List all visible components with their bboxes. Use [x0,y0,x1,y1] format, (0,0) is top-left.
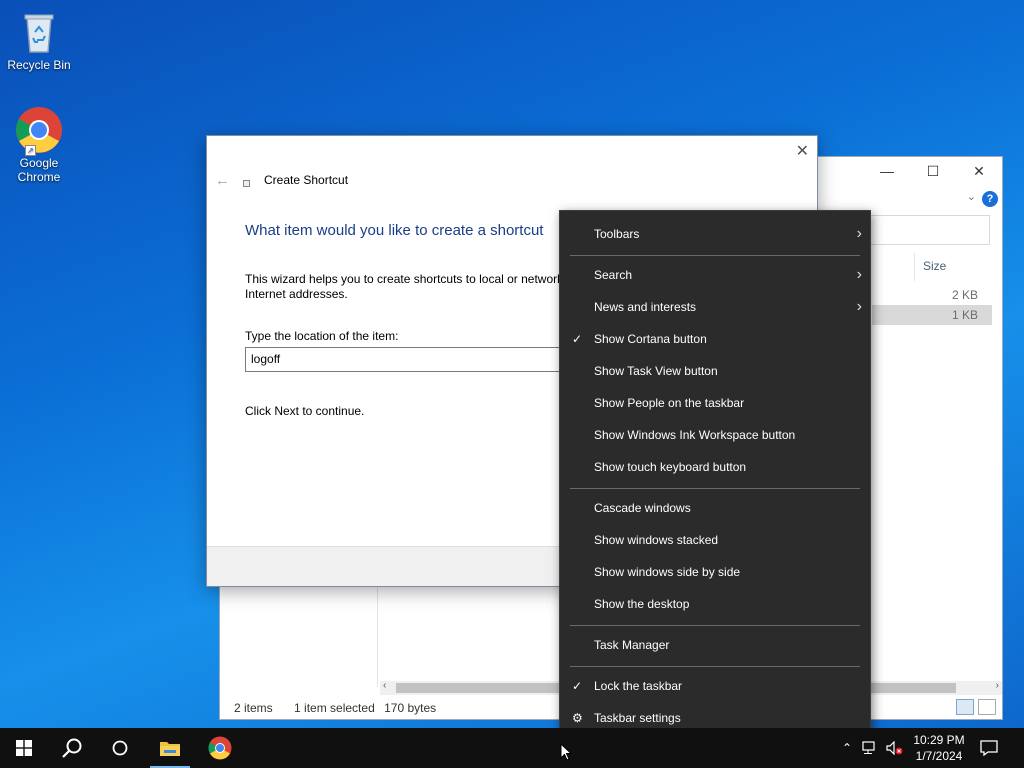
status-item-count: 2 items [234,701,273,715]
menu-item-show-touch-keyboard[interactable]: Show touch keyboard button [560,452,870,482]
menu-item-task-manager[interactable]: Task Manager [560,630,870,660]
desktop-icon-google-chrome[interactable]: ↗ Google Chrome [3,106,75,184]
chrome-icon: ↗ [15,106,63,156]
chevron-right-icon: › [856,225,862,242]
dialog-title: Create Shortcut [264,173,349,187]
clock-date: 1/7/2024 [915,749,963,763]
location-label: Type the location of the item: [245,329,399,343]
taskbar-context-menu: Toolbars › Search › News and interests ›… [559,210,871,742]
cortana-button[interactable] [96,728,144,768]
menu-item-show-cortana[interactable]: ✓ Show Cortana button [560,324,870,354]
menu-item-label: Task Manager [594,638,670,652]
back-arrow-icon[interactable]: ← [215,172,230,189]
checkmark-icon: ✓ [572,679,583,693]
cortana-icon [112,740,128,756]
file-explorer-taskbar-button[interactable] [146,728,194,768]
menu-separator [570,488,860,489]
help-icon[interactable]: ? [982,191,998,207]
notification-icon [980,740,998,757]
file-size-cell[interactable]: 2 KB [872,285,992,305]
close-icon[interactable]: ✕ [796,141,809,161]
recycle-bin-icon [15,8,63,56]
action-center-button[interactable] [980,728,1004,768]
file-size-cell-selected[interactable]: 1 KB [872,305,992,325]
menu-item-label: Show Task View button [594,364,718,378]
search-input[interactable] [850,215,990,245]
chevron-right-icon: › [856,266,862,283]
menu-item-label: Show Cortana button [594,332,707,346]
details-view-icon[interactable] [956,699,974,715]
column-header-size[interactable]: Size [914,253,994,281]
menu-separator [570,255,860,256]
menu-separator [570,625,860,626]
menu-item-label: News and interests [594,300,697,314]
menu-item-label: Toolbars [594,227,640,241]
chrome-icon [208,736,232,760]
menu-item-side-by-side[interactable]: Show windows side by side [560,557,870,587]
status-selected: 1 item selected [294,701,375,715]
minimize-button[interactable]: — [864,157,910,187]
menu-item-label: Show the desktop [594,597,690,611]
chrome-taskbar-button[interactable] [196,728,244,768]
menu-item-label: Cascade windows [594,501,691,515]
mouse-cursor-icon [560,743,572,761]
large-icons-view-icon[interactable] [978,699,996,715]
scroll-left-icon[interactable]: ‹ [383,680,386,691]
menu-separator [570,666,860,667]
clock-time: 10:29 PM [913,733,965,747]
menu-item-label: Show windows side by side [594,565,741,579]
ribbon-expand-chevron-icon[interactable]: ⌄ [967,190,976,203]
navigation-pane[interactable] [220,587,378,687]
menu-item-label: Show Windows Ink Workspace button [594,428,796,442]
shortcut-icon [243,180,250,187]
scroll-right-icon[interactable]: › [996,680,999,691]
clock[interactable]: 10:29 PM 1/7/2024 [906,732,972,764]
network-icon[interactable] [862,728,882,768]
search-icon [62,738,82,758]
folder-icon [160,742,180,756]
menu-item-cascade-windows[interactable]: Cascade windows [560,493,870,523]
menu-item-show-desktop[interactable]: Show the desktop [560,589,870,619]
menu-item-news-and-interests[interactable]: News and interests › [560,292,870,322]
menu-item-label: Show touch keyboard button [594,460,747,474]
status-size: 170 bytes [384,701,437,715]
close-button[interactable]: ✕ [956,157,1002,187]
recycle-bin-label: Recycle Bin [7,58,71,72]
menu-item-toolbars[interactable]: Toolbars › [560,219,870,249]
maximize-button[interactable]: ☐ [910,157,956,187]
menu-item-show-people[interactable]: Show People on the taskbar [560,388,870,418]
menu-item-show-ink-workspace[interactable]: Show Windows Ink Workspace button [560,420,870,450]
location-input[interactable]: logoff [245,347,575,372]
checkmark-icon: ✓ [572,332,583,346]
menu-item-label: Taskbar settings [594,711,681,725]
shortcut-arrow-icon: ↗ [25,145,36,156]
start-button[interactable] [0,728,48,768]
continue-hint: Click Next to continue. [245,404,365,418]
wizard-description: This wizard helps you to create shortcut… [245,272,564,301]
menu-item-windows-stacked[interactable]: Show windows stacked [560,525,870,555]
menu-item-lock-taskbar[interactable]: ✓ Lock the taskbar [560,671,870,701]
volume-muted-icon[interactable] [886,728,906,768]
desktop-icon-recycle-bin[interactable]: Recycle Bin [3,8,75,72]
chrome-label: Google Chrome [17,156,61,184]
wizard-heading: What item would you like to create a sho… [245,222,544,239]
menu-item-label: Search [594,268,633,282]
menu-item-show-task-view[interactable]: Show Task View button [560,356,870,386]
menu-item-label: Show People on the taskbar [594,396,745,410]
status-bar: 2 items 1 item selected 170 bytes [234,701,454,715]
show-hidden-icons-button[interactable]: ⌃ [840,728,854,768]
menu-item-label: Lock the taskbar [594,679,683,693]
menu-item-label: Show windows stacked [594,533,719,547]
menu-item-search[interactable]: Search › [560,260,870,290]
search-button[interactable] [48,728,96,768]
chevron-right-icon: › [856,298,862,315]
windows-logo-icon [16,740,32,756]
taskbar[interactable]: ⌃ 10:29 PM 1/7/2024 [0,728,1024,768]
